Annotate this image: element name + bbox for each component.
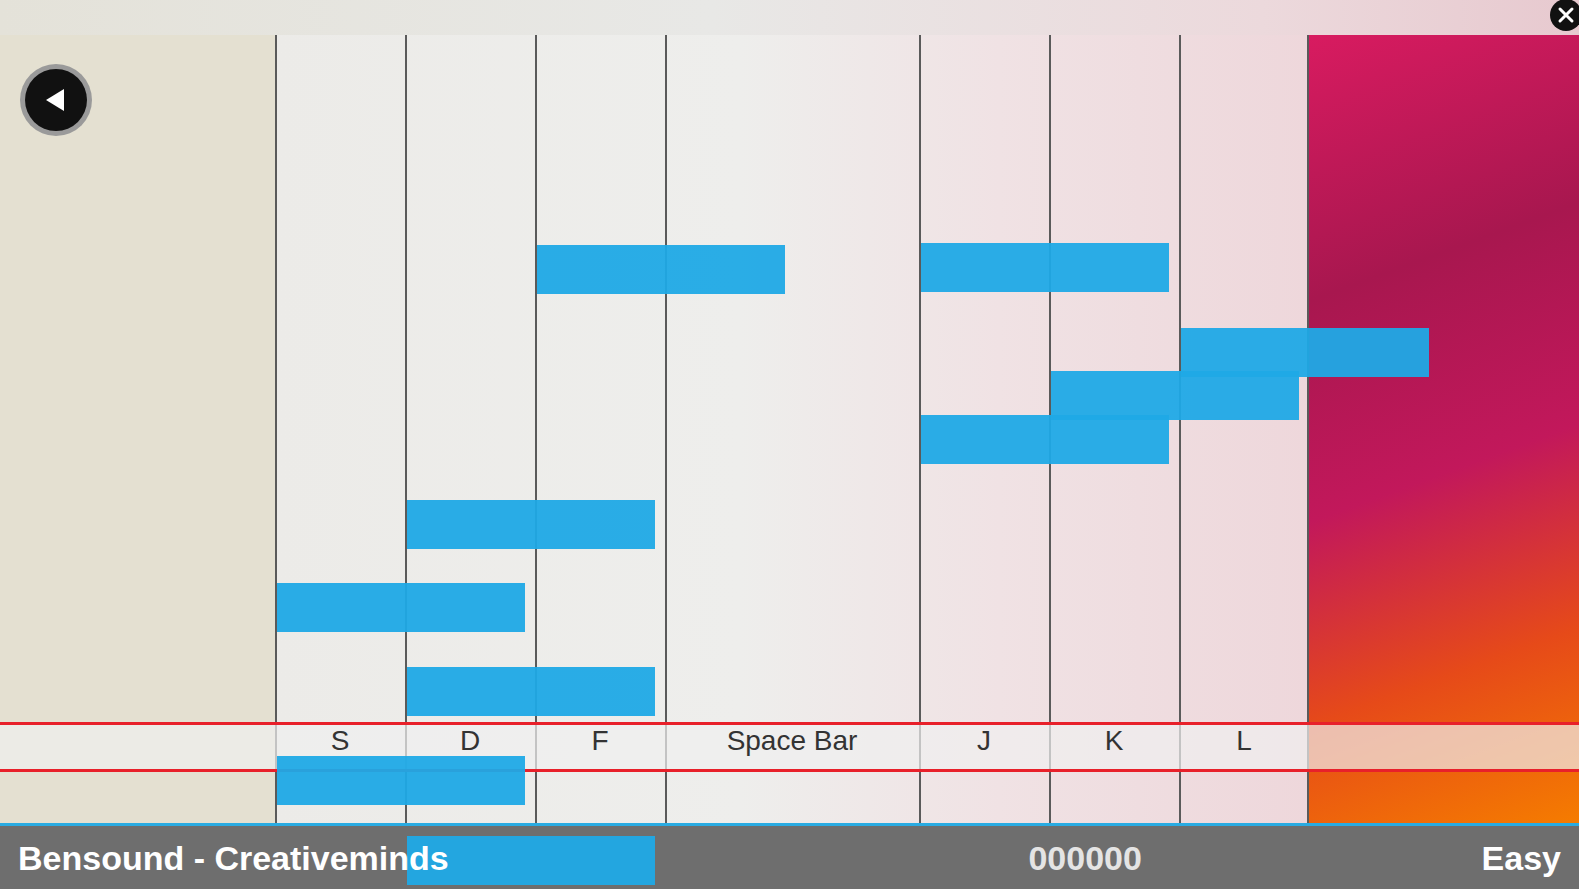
lane[interactable] [665,35,919,823]
key-label: S [275,725,405,769]
key-label: F [535,725,665,769]
note [277,583,525,632]
note [1181,328,1429,377]
note [1051,371,1299,420]
notes-layer [275,35,1475,889]
left-background [0,35,275,823]
note [921,243,1169,292]
lane[interactable] [1179,35,1309,823]
note [921,415,1169,464]
key-label: D [405,725,535,769]
difficulty: Easy [1482,841,1561,875]
play-area [0,35,1579,823]
back-arrow-icon[interactable] [18,62,94,138]
right-background [1309,35,1579,823]
note [537,245,785,294]
bottom-bar: Bensound - Creativeminds 000000 Easy [0,823,1579,889]
song-title: Bensound - Creativeminds [18,841,449,875]
key-label: Space Bar [665,725,919,769]
lanes [275,35,1309,823]
top-strip [0,0,1579,35]
game-screen: Bensound - Creativeminds 000000 Easy SDFSpa… [0,0,1579,889]
key-label: J [919,725,1049,769]
lane[interactable] [1049,35,1179,823]
close-icon[interactable] [1549,0,1579,32]
note [277,756,525,805]
key-label: K [1049,725,1179,769]
note [407,667,655,716]
hit-band: SDFSpace BarJKL [0,722,1579,772]
note [407,500,655,549]
lane[interactable] [535,35,665,823]
lane[interactable] [919,35,1049,823]
lane[interactable] [405,35,535,823]
score: 000000 [1028,841,1141,875]
key-label: L [1179,725,1309,769]
lane[interactable] [275,35,405,823]
